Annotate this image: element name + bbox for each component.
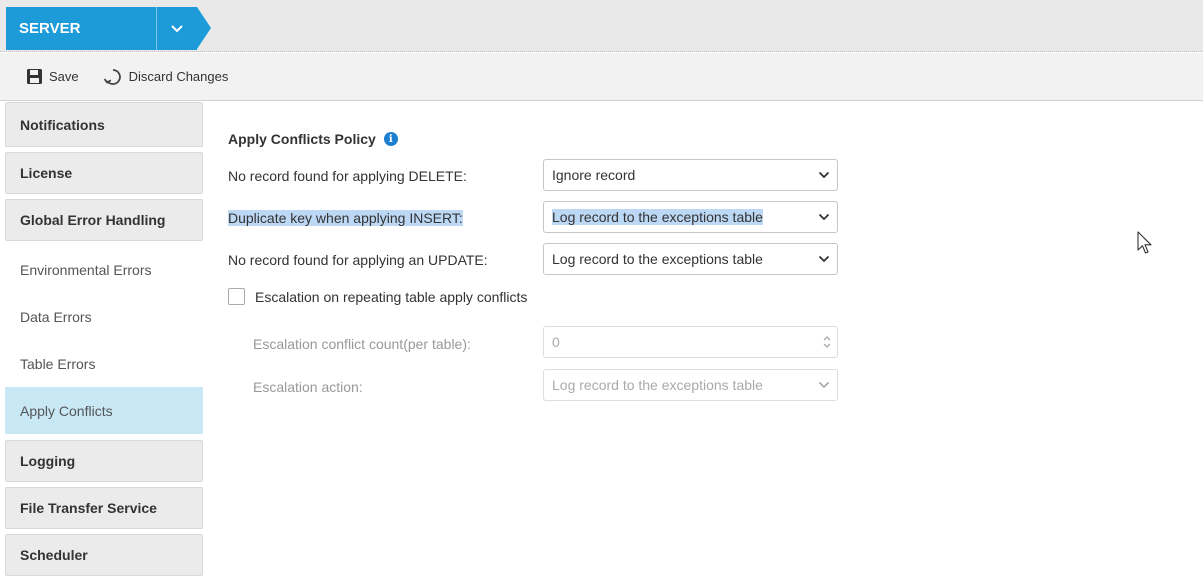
update-conflict-select[interactable]: Log record to the exceptions table [543, 243, 838, 275]
chevron-down-icon [811, 171, 837, 179]
escalation-action-value: Log record to the exceptions table [552, 377, 763, 393]
stepper-arrows-icon[interactable] [817, 333, 837, 351]
update-conflict-label: No record found for applying an UPDATE: [228, 252, 488, 268]
chevron-down-icon [811, 381, 837, 389]
breadcrumb-dropdown-button[interactable] [157, 7, 197, 50]
delete-conflict-value: Ignore record [552, 167, 636, 183]
breadcrumb-arrow [197, 7, 211, 49]
insert-conflict-select[interactable]: Log record to the exceptions table [543, 201, 838, 233]
mouse-cursor-icon [1137, 231, 1152, 254]
delete-conflict-label: No record found for applying DELETE: [228, 168, 467, 184]
sidebar-item-data-errors[interactable]: Data Errors [5, 293, 203, 340]
sidebar-item-apply-conflicts[interactable]: Apply Conflicts [5, 387, 203, 434]
sidebar-item-notifications[interactable]: Notifications [5, 102, 203, 147]
save-label: Save [49, 69, 79, 84]
undo-icon [103, 68, 121, 85]
insert-conflict-label: Duplicate key when applying INSERT: [228, 210, 463, 226]
escalation-action-select[interactable]: Log record to the exceptions table [543, 369, 838, 401]
chevron-down-icon [811, 255, 837, 263]
chevron-down-icon [171, 24, 183, 32]
discard-changes-button[interactable]: Discard Changes [103, 67, 229, 87]
escalation-checkbox[interactable] [228, 288, 245, 305]
section-title: Apply Conflicts Policy i [228, 131, 398, 147]
escalation-checkbox-label[interactable]: Escalation on repeating table apply conf… [255, 289, 527, 305]
sidebar-item-logging[interactable]: Logging [5, 440, 203, 482]
sidebar: Notifications License Global Error Handl… [0, 102, 204, 581]
top-bar: SERVER [0, 0, 1203, 52]
insert-conflict-value-text: Log record to the exceptions table [552, 209, 763, 225]
section-title-text: Apply Conflicts Policy [228, 131, 376, 147]
sidebar-item-environmental-errors[interactable]: Environmental Errors [5, 246, 203, 293]
sidebar-item-license[interactable]: License [5, 152, 203, 194]
escalation-count-label: Escalation conflict count(per table): [253, 336, 471, 352]
discard-changes-label: Discard Changes [128, 69, 229, 84]
insert-conflict-value: Log record to the exceptions table [552, 209, 811, 225]
escalation-action-label: Escalation action: [253, 379, 363, 395]
escalation-row: Escalation on repeating table apply conf… [228, 288, 527, 305]
toolbar: Save Discard Changes [0, 53, 1203, 101]
delete-conflict-select[interactable]: Ignore record [543, 159, 838, 191]
sidebar-item-global-error-handling[interactable]: Global Error Handling [5, 199, 203, 241]
sidebar-item-scheduler[interactable]: Scheduler [5, 534, 203, 576]
sidebar-item-table-errors[interactable]: Table Errors [5, 340, 203, 387]
sidebar-item-file-transfer-service[interactable]: File Transfer Service [5, 487, 203, 529]
breadcrumb-server[interactable]: SERVER [6, 7, 156, 50]
insert-conflict-label-text: Duplicate key when applying INSERT: [228, 210, 463, 226]
update-conflict-value: Log record to the exceptions table [552, 251, 763, 267]
save-icon [27, 69, 42, 84]
chevron-down-icon [811, 213, 837, 221]
escalation-count-input[interactable]: 0 [543, 326, 838, 358]
escalation-count-value: 0 [552, 334, 560, 350]
save-button[interactable]: Save [26, 68, 79, 85]
info-icon[interactable]: i [383, 132, 398, 146]
